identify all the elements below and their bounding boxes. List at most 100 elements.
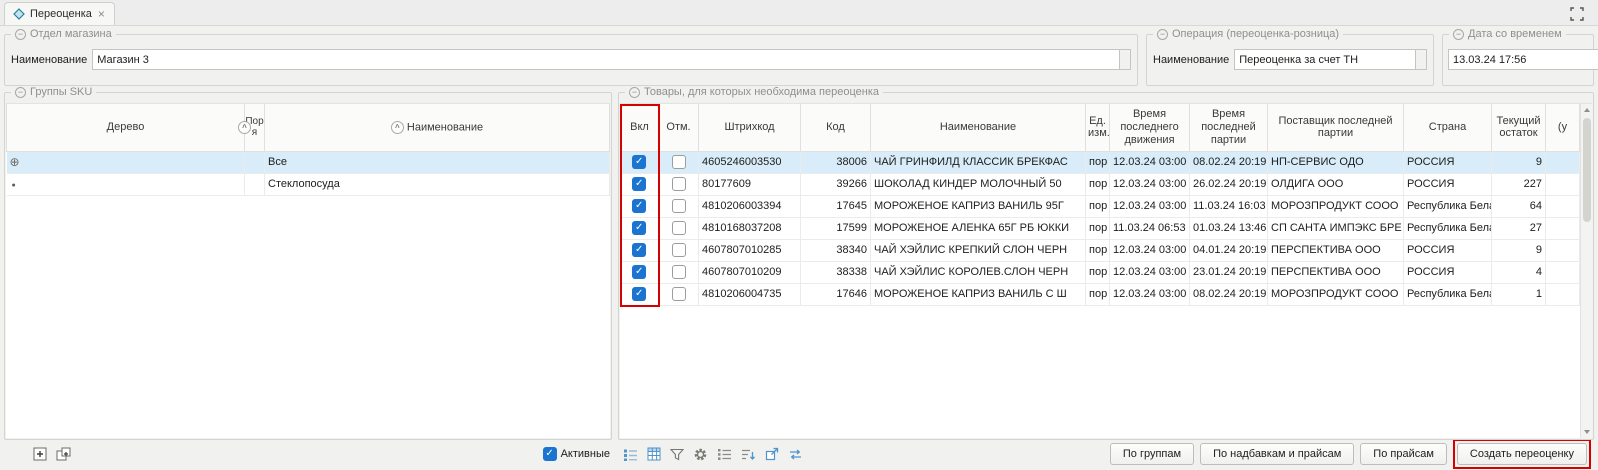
stock-cell[interactable]: 27 (1492, 217, 1546, 239)
barcode-cell[interactable]: 80177609 (699, 173, 801, 195)
supplier-cell[interactable]: ПЕРСПЕКТИВА ООО (1268, 239, 1404, 261)
incl-checkbox-checked-icon[interactable]: ✓ (632, 199, 646, 213)
mark-checkbox-cell[interactable] (659, 217, 699, 239)
expand-plus-icon[interactable]: ⊕ (10, 155, 20, 169)
unit-cell[interactable]: пор (1086, 283, 1110, 305)
filter-lines-icon[interactable] (9, 448, 24, 461)
supplier-cell[interactable]: ОЛДИГА ООО (1268, 173, 1404, 195)
tree-cell[interactable]: ⊕ (7, 151, 245, 173)
incl-checkbox-checked-icon[interactable]: ✓ (632, 243, 646, 257)
sku-tree-row[interactable]: ⊕ Все (7, 151, 610, 173)
spacer-cell[interactable] (1546, 195, 1580, 217)
incl-checkbox-cell[interactable]: ✓ (621, 173, 659, 195)
by-prices-button[interactable]: По прайсам (1360, 443, 1447, 465)
collapse-icon[interactable]: − (629, 87, 640, 98)
mark-checkbox-cell[interactable] (659, 261, 699, 283)
country-cell[interactable]: РОССИЯ (1404, 239, 1492, 261)
collapse-icon[interactable]: − (15, 29, 26, 40)
product-name-cell[interactable]: МОРОЖЕНОЕ КАПРИЗ ВАНИЛЬ С Ш (871, 283, 1086, 305)
code-cell[interactable]: 38340 (801, 239, 871, 261)
incl-checkbox-checked-icon[interactable]: ✓ (632, 265, 646, 279)
datetime-input[interactable] (1448, 49, 1598, 70)
scroll-down-icon[interactable] (1584, 430, 1590, 434)
incl-checkbox-checked-icon[interactable]: ✓ (632, 221, 646, 235)
create-revaluation-button[interactable]: Создать переоценку (1457, 443, 1587, 465)
sku-name-cell[interactable]: Все (265, 151, 610, 173)
spacer-cell[interactable] (1546, 173, 1580, 195)
incl-checkbox-cell[interactable]: ✓ (621, 283, 659, 305)
sku-col-header-name[interactable]: ^ Наименование (265, 104, 610, 151)
mark-checkbox-cell[interactable] (659, 151, 699, 173)
country-cell[interactable]: Республика Белар (1404, 195, 1492, 217)
last-batch-cell[interactable]: 04.01.24 20:19 (1190, 239, 1268, 261)
mark-checkbox-cell[interactable] (659, 283, 699, 305)
tab-close-icon[interactable]: × (97, 9, 106, 19)
export-icon[interactable] (765, 447, 779, 461)
collapse-icon[interactable]: − (15, 87, 26, 98)
collapse-icon[interactable]: − (1157, 29, 1168, 40)
code-cell[interactable]: 17645 (801, 195, 871, 217)
sort-list-icon[interactable] (741, 448, 756, 461)
sku-tree-row[interactable]: ● Стеклопосуда (7, 173, 610, 195)
product-name-cell[interactable]: МОРОЖЕНОЕ КАПРИЗ ВАНИЛЬ 95Г (871, 195, 1086, 217)
code-cell[interactable]: 17599 (801, 217, 871, 239)
refresh-sync-icon[interactable] (788, 448, 803, 461)
incl-checkbox-cell[interactable]: ✓ (621, 151, 659, 173)
supplier-cell[interactable]: МОРОЗПРОДУКТ СООО (1268, 195, 1404, 217)
unit-cell[interactable]: пор (1086, 151, 1110, 173)
mark-checkbox-unchecked-icon[interactable] (672, 287, 686, 301)
barcode-cell[interactable]: 4607807010209 (699, 261, 801, 283)
code-cell[interactable]: 17646 (801, 283, 871, 305)
settings-gear-icon[interactable] (693, 447, 708, 462)
barcode-cell[interactable]: 4607807010285 (699, 239, 801, 261)
goods-col-header-mark[interactable]: Отм. (659, 104, 699, 151)
goods-row[interactable]: ✓460780701028538340ЧАЙ ХЭЙЛИС КРЕПКИЙ СЛ… (621, 239, 1580, 261)
add-child-box-icon[interactable] (56, 447, 71, 461)
goods-col-header-code[interactable]: Код (801, 104, 871, 151)
last-batch-cell[interactable]: 26.02.24 20:19 (1190, 173, 1268, 195)
mark-checkbox-unchecked-icon[interactable] (672, 243, 686, 257)
maximize-icon[interactable] (1570, 7, 1584, 21)
goods-col-header-barcode[interactable]: Штрихкод (699, 104, 801, 151)
stock-cell[interactable]: 9 (1492, 239, 1546, 261)
incl-checkbox-checked-icon[interactable]: ✓ (632, 177, 646, 191)
goods-col-header-country[interactable]: Страна (1404, 104, 1492, 151)
mark-checkbox-unchecked-icon[interactable] (672, 199, 686, 213)
code-cell[interactable]: 38006 (801, 151, 871, 173)
unit-cell[interactable]: пор (1086, 217, 1110, 239)
store-name-input[interactable] (92, 49, 1119, 70)
last-move-cell[interactable]: 12.03.24 03:00 (1110, 261, 1190, 283)
sku-name-cell[interactable]: Стеклопосуда (265, 173, 610, 195)
goods-row[interactable]: ✓ 481020600339417645МОРОЖЕНОЕ КАПРИЗ ВАНИ… (621, 195, 1580, 217)
supplier-cell[interactable]: СП САНТА ИМПЭКС БРЕ (1268, 217, 1404, 239)
add-box-icon[interactable] (33, 447, 47, 461)
mark-checkbox-cell[interactable] (659, 173, 699, 195)
barcode-cell[interactable]: 4810206004735 (699, 283, 801, 305)
last-move-cell[interactable]: 12.03.24 03:00 (1110, 195, 1190, 217)
operation-name-input[interactable] (1234, 49, 1415, 70)
incl-checkbox-cell[interactable]: ✓ (621, 239, 659, 261)
collapse-icon[interactable]: − (1453, 29, 1464, 40)
mark-checkbox-unchecked-icon[interactable] (672, 155, 686, 169)
barcode-cell[interactable]: 4810168037208 (699, 217, 801, 239)
product-name-cell[interactable]: ШОКОЛАД КИНДЕР МОЛОЧНЫЙ 50 (871, 173, 1086, 195)
operation-lookup-button[interactable] (1415, 49, 1427, 70)
barcode-cell[interactable]: 4810206003394 (699, 195, 801, 217)
last-move-cell[interactable]: 12.03.24 03:00 (1110, 239, 1190, 261)
code-cell[interactable]: 38338 (801, 261, 871, 283)
goods-row[interactable]: ✓ 481020600473517646МОРОЖЕНОЕ КАПРИЗ ВАНИ… (621, 283, 1580, 305)
tree-cell[interactable]: ● (7, 173, 245, 195)
by-markups-prices-button[interactable]: По надбавкам и прайсам (1200, 443, 1354, 465)
spacer-cell[interactable] (1546, 283, 1580, 305)
goods-row[interactable]: ✓481016803720817599МОРОЖЕНОЕ АЛЕНКА 65Г … (621, 217, 1580, 239)
goods-row[interactable]: ✓8017760939266ШОКОЛАД КИНДЕР МОЛОЧНЫЙ 50… (621, 173, 1580, 195)
goods-col-header-name[interactable]: Наименование (871, 104, 1086, 151)
spacer-cell[interactable] (1546, 151, 1580, 173)
goods-col-header-lastbatch[interactable]: Время последней партии (1190, 104, 1268, 151)
goods-col-header-unit[interactable]: Ед. изм. (1086, 104, 1110, 151)
stock-cell[interactable]: 64 (1492, 195, 1546, 217)
mark-checkbox-cell[interactable] (659, 195, 699, 217)
country-cell[interactable]: РОССИЯ (1404, 173, 1492, 195)
incl-checkbox-cell[interactable]: ✓ (621, 195, 659, 217)
last-batch-cell[interactable]: 11.03.24 16:03 (1190, 195, 1268, 217)
